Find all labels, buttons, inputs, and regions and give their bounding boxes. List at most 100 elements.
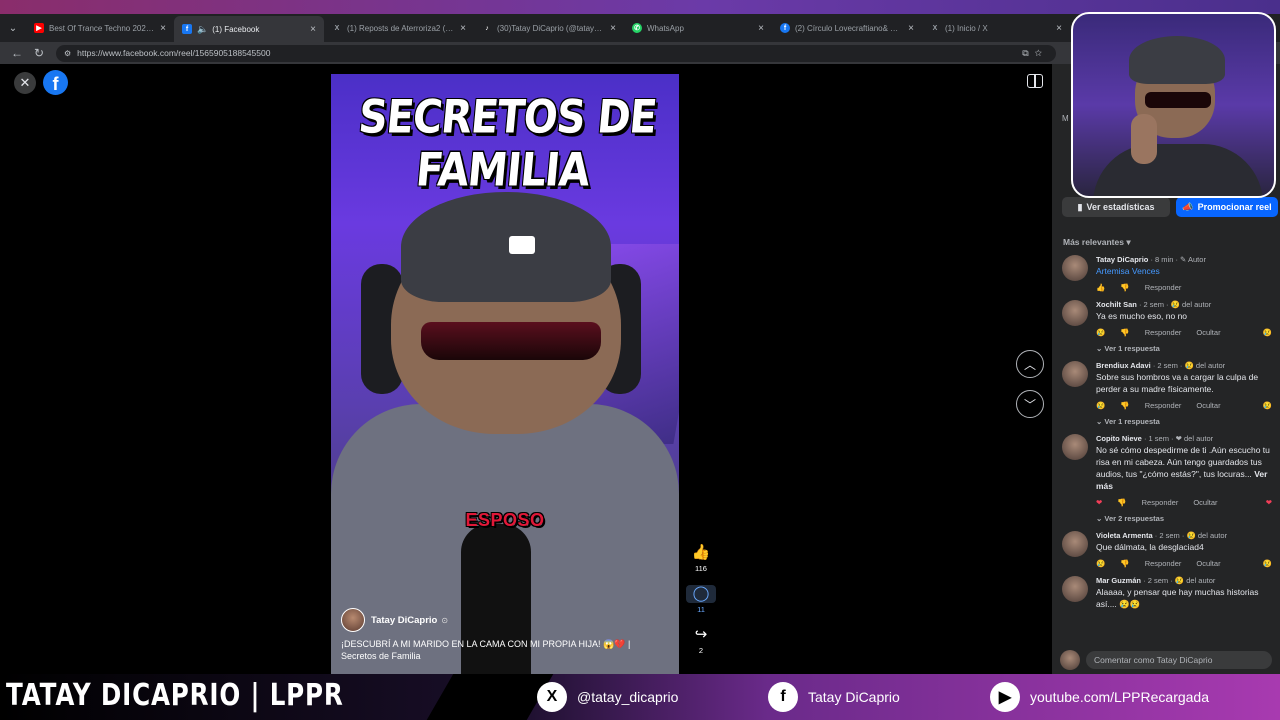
- reel-viewer: ✕ f SECRETOS DE FAMILIA ESPOSO Tatay DiC…: [0, 64, 1052, 674]
- avatar[interactable]: [341, 608, 365, 632]
- reload-icon[interactable]: ↻: [28, 46, 50, 60]
- share-arrow-icon: ↪: [694, 626, 708, 643]
- view-replies-link[interactable]: ⌄ Ver 2 respuestas: [1062, 514, 1272, 523]
- close-tab-icon[interactable]: ×: [758, 23, 764, 34]
- reply-button[interactable]: Responder: [1145, 328, 1182, 337]
- view-stats-button[interactable]: ▮ Ver estadísticas: [1062, 197, 1170, 217]
- miniplayer-toggle-icon[interactable]: [1027, 74, 1043, 88]
- youtube-logo-icon: ▶: [990, 682, 1020, 712]
- url-field[interactable]: ⚙ https://www.facebook.com/reel/15659051…: [56, 44, 1056, 62]
- like-icon[interactable]: 👍: [1096, 283, 1105, 292]
- reel-description: ¡DESCUBRÍ A MI MARIDO EN LA CAMA CON MI …: [341, 639, 631, 661]
- facebook-logo-icon[interactable]: f: [43, 70, 68, 95]
- reel-owner[interactable]: Tatay DiCaprio ⊙: [341, 608, 448, 632]
- thumbs-up-icon: 👍: [691, 544, 711, 561]
- react-icon[interactable]: 😢: [1263, 328, 1272, 337]
- tab-facebook-active[interactable]: f 🔈 (1) Facebook ×: [174, 16, 324, 42]
- tab-x-reposts[interactable]: X (1) Reposts de Aterroriza2 (@Ater ×: [324, 15, 474, 41]
- tab-whatsapp[interactable]: ✆ WhatsApp ×: [624, 15, 772, 41]
- reaction-icon[interactable]: 😢: [1096, 401, 1105, 410]
- close-tab-icon[interactable]: ×: [310, 24, 316, 35]
- next-reel-button[interactable]: ﹀: [1016, 390, 1044, 418]
- reply-button[interactable]: Responder: [1142, 498, 1179, 507]
- reply-button[interactable]: Responder: [1145, 401, 1182, 410]
- close-tab-icon[interactable]: ×: [460, 23, 466, 34]
- avatar[interactable]: [1062, 434, 1088, 460]
- bookmark-star-icon[interactable]: ⧉☆: [1022, 48, 1048, 59]
- promote-reel-button[interactable]: 📣 Promocionar reel: [1176, 197, 1278, 217]
- comment-button[interactable]: ◯ 11: [686, 585, 716, 614]
- whatsapp-icon: ✆: [632, 23, 642, 33]
- close-tab-icon[interactable]: ×: [160, 23, 166, 34]
- comment-composer: Comentar como Tatay DiCaprio: [1060, 650, 1272, 670]
- hide-button[interactable]: Ocultar: [1196, 328, 1220, 337]
- comment-item: Tatay DiCaprio · 8 min · ✎ Autor Artemis…: [1062, 254, 1272, 293]
- tab-x-inicio[interactable]: X (1) Inicio / X ×: [922, 15, 1070, 41]
- facebook-logo-icon: f: [768, 682, 798, 712]
- tab-facebook-circulo[interactable]: f (2) Círculo Lovecraftiano& Horror ×: [772, 15, 922, 41]
- like-button[interactable]: 👍 116: [686, 544, 716, 573]
- comment-item: Brendiux Adavi · 2 sem · 😢 del autor Sob…: [1062, 360, 1272, 411]
- commenter-name[interactable]: Mar Guzmán: [1096, 576, 1141, 585]
- dislike-icon[interactable]: 👎: [1117, 498, 1126, 507]
- comment-list: Tatay DiCaprio · 8 min · ✎ Autor Artemis…: [1062, 254, 1272, 616]
- hide-button[interactable]: Ocultar: [1193, 498, 1217, 507]
- close-tab-icon[interactable]: ×: [908, 23, 914, 34]
- avatar[interactable]: [1062, 361, 1088, 387]
- commenter-name[interactable]: Tatay DiCaprio: [1096, 255, 1148, 264]
- back-arrow-icon[interactable]: ←: [6, 46, 28, 60]
- reply-button[interactable]: Responder: [1145, 283, 1182, 292]
- youtube-icon: ▶: [34, 23, 44, 33]
- heart-icon[interactable]: ❤: [1266, 498, 1272, 507]
- react-icon[interactable]: 😢: [1263, 401, 1272, 410]
- avatar[interactable]: [1062, 255, 1088, 281]
- facebook-icon: f: [780, 23, 790, 33]
- cap-logo-icon: [509, 236, 535, 254]
- previous-reel-button[interactable]: ︿: [1016, 350, 1044, 378]
- dislike-icon[interactable]: 👎: [1120, 283, 1129, 292]
- close-tab-icon[interactable]: ×: [610, 23, 616, 34]
- x-icon: X: [932, 24, 938, 32]
- share-button[interactable]: ↪ 2: [686, 626, 716, 655]
- view-replies-link[interactable]: ⌄ Ver 1 respuesta: [1062, 417, 1272, 426]
- avatar[interactable]: [1062, 531, 1088, 557]
- commenter-name[interactable]: Violeta Armenta: [1096, 531, 1153, 540]
- dislike-icon[interactable]: 👎: [1120, 559, 1129, 568]
- heart-reaction-icon[interactable]: ❤: [1096, 498, 1102, 507]
- commenter-name[interactable]: Copito Nieve: [1096, 434, 1142, 443]
- commenter-name[interactable]: Brendiux Adavi: [1096, 361, 1151, 370]
- x-logo-icon: X: [537, 682, 567, 712]
- react-icon[interactable]: 😢: [1263, 559, 1272, 568]
- commenter-name[interactable]: Xochilt San: [1096, 300, 1137, 309]
- comment-text: Sobre sus hombros va a cargar la culpa d…: [1096, 372, 1259, 394]
- globe-icon: ⊙: [441, 615, 449, 625]
- stream-banner: TATAY DICAPRIO | LPPR X @tatay_dicaprio …: [0, 674, 1280, 720]
- comment-text[interactable]: Artemisa Vences: [1096, 265, 1272, 277]
- comment-input[interactable]: Comentar como Tatay DiCaprio: [1086, 651, 1272, 669]
- share-count: 2: [698, 646, 704, 655]
- dislike-icon[interactable]: 👎: [1120, 328, 1129, 337]
- chevron-down-icon: ﹀: [1023, 397, 1036, 412]
- hide-button[interactable]: Ocultar: [1196, 559, 1220, 568]
- comment-sort-dropdown[interactable]: Más relevantes ▾: [1063, 237, 1131, 248]
- reel-video[interactable]: SECRETOS DE FAMILIA ESPOSO Tatay DiCapri…: [331, 74, 679, 674]
- reaction-icon[interactable]: 😢: [1096, 559, 1105, 568]
- comment-count: 11: [697, 605, 705, 614]
- tab-search-icon[interactable]: ⌄: [0, 14, 26, 42]
- hide-button[interactable]: Ocultar: [1196, 401, 1220, 410]
- dislike-icon[interactable]: 👎: [1120, 401, 1129, 410]
- avatar[interactable]: [1062, 300, 1088, 326]
- owner-name[interactable]: Tatay DiCaprio: [371, 615, 437, 626]
- reaction-icon[interactable]: 😢: [1096, 328, 1105, 337]
- view-replies-link[interactable]: ⌄ Ver 1 respuesta: [1062, 344, 1272, 353]
- avatar[interactable]: [1062, 576, 1088, 602]
- site-info-icon[interactable]: ⚙: [64, 49, 71, 58]
- tab-tiktok[interactable]: ♪ (30)Tatay DiCaprio (@tatay_dicap ×: [474, 15, 624, 41]
- tab-youtube[interactable]: ▶ Best Of Trance Techno 2026 — Sk ×: [26, 15, 174, 41]
- close-icon[interactable]: ✕: [14, 72, 36, 94]
- x-icon: X: [334, 24, 340, 32]
- reply-button[interactable]: Responder: [1145, 559, 1182, 568]
- speaker-icon[interactable]: 🔈: [197, 24, 208, 35]
- close-tab-icon[interactable]: ×: [1056, 23, 1062, 34]
- bar-chart-icon: ▮: [1077, 201, 1083, 212]
